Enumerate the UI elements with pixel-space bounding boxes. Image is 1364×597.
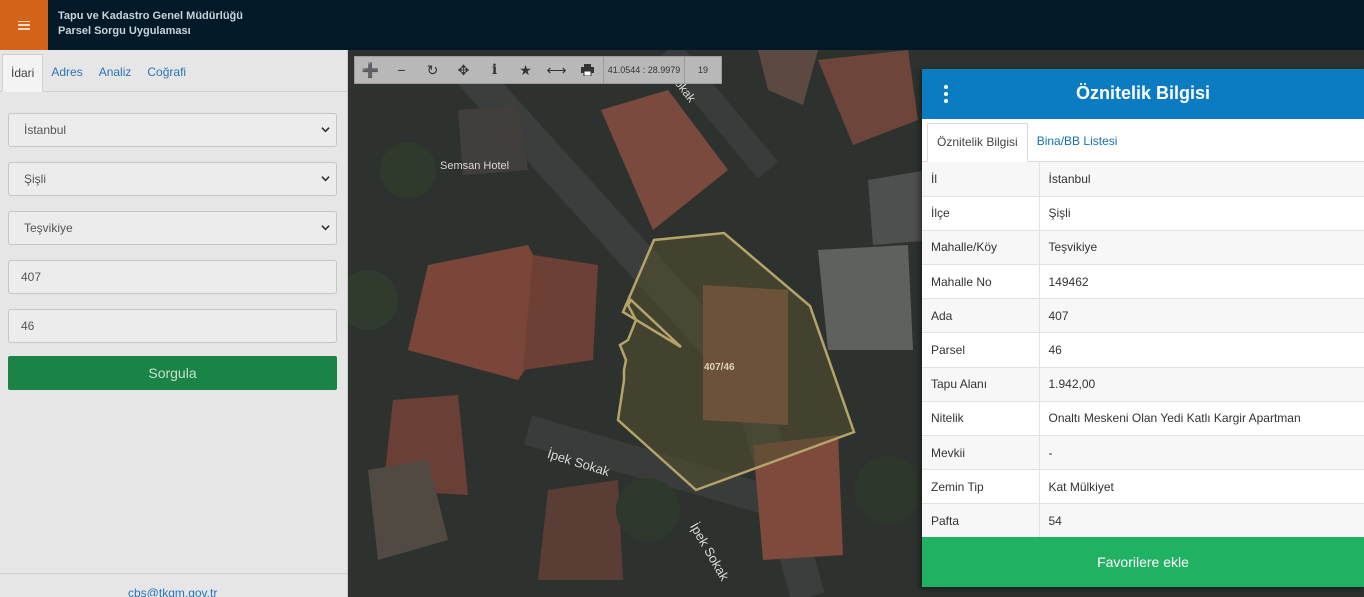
refresh-icon: ↻ <box>426 61 439 78</box>
attr-value: 54 <box>1039 503 1364 539</box>
attr-key: Ada <box>922 298 1040 334</box>
attr-value: - <box>1039 435 1364 471</box>
attr-key: Pafta <box>922 503 1040 539</box>
mahalle-select-value: Teşvikiye <box>24 221 73 235</box>
il-select[interactable]: İstanbul <box>8 113 337 147</box>
attr-key: Zemin Tip <box>922 469 1040 505</box>
attr-value: 46 <box>1039 332 1364 368</box>
ilce-select[interactable]: Şişli <box>8 162 337 196</box>
attribute-panel: Öznitelik Bilgisi Öznitelik Bilgisi Bina… <box>922 69 1364 587</box>
ada-input-value: 407 <box>21 270 42 284</box>
star-icon: ★ <box>519 61 532 78</box>
table-row: Pafta 54 <box>922 503 1364 539</box>
attr-key: İlçe <box>922 196 1040 231</box>
attr-value: İstanbul <box>1039 162 1364 197</box>
table-row: İlçe Şişli <box>922 196 1364 231</box>
attr-value: Teşvikiye <box>1039 230 1364 266</box>
tab-bina-listesi[interactable]: Bina/BB Listesi <box>1028 123 1127 162</box>
attr-key: Tapu Alanı <box>922 367 1040 402</box>
ada-input[interactable]: 407 <box>8 260 337 294</box>
refresh-button[interactable]: ↻ <box>417 57 448 83</box>
app-title-line1: Tapu ve Kadastro Genel Müdürlüğü <box>58 10 243 22</box>
sorgula-button[interactable]: Sorgula <box>8 356 337 390</box>
map-toolbar: ➕ − ↻ ✥ i ★ ⟷ 41.0544 : 28.9979 19 <box>354 56 722 84</box>
table-row: Mahalle/Köy Teşvikiye <box>922 230 1364 266</box>
table-row: Zemin Tip Kat Mülkiyet <box>922 469 1364 505</box>
attr-value: 1.942,00 <box>1039 367 1364 402</box>
table-row: Nitelik Onaltı Meskeni Olan Yedi Katlı Ka… <box>922 401 1364 437</box>
contact-email-link[interactable]: cbs@tkgm.gov.tr <box>128 586 217 597</box>
attr-value: 407 <box>1039 298 1364 334</box>
move-icon: ✥ <box>457 61 470 78</box>
map-label-parcel: 407/46 <box>704 362 735 373</box>
il-select-value: İstanbul <box>24 123 67 137</box>
table-row: Mahalle No 149462 <box>922 264 1364 300</box>
minus-icon: − <box>397 62 406 78</box>
query-form: İstanbul Şişli Teşvikiye 407 46 Sorgula <box>0 92 347 390</box>
attribute-panel-title: Öznitelik Bilgisi <box>1075 83 1211 103</box>
table-row: İl İstanbul <box>922 162 1364 197</box>
zoom-level-readout: 19 <box>697 65 708 75</box>
tab-analiz[interactable]: Analiz <box>91 54 140 92</box>
info-button[interactable]: i <box>479 57 510 83</box>
query-panel: İdari Adres Analiz Coğrafi İstanbul Şişl… <box>0 50 348 597</box>
tab-cografi[interactable]: Coğrafi <box>139 54 194 92</box>
favorite-button[interactable]: ★ <box>510 57 541 83</box>
table-row: Mevkii - <box>922 435 1364 471</box>
parsel-input-value: 46 <box>21 319 35 333</box>
attribute-tabs: Öznitelik Bilgisi Bina/BB Listesi <box>922 119 1364 162</box>
print-button[interactable] <box>572 57 603 83</box>
tab-adres[interactable]: Adres <box>43 54 90 92</box>
attr-value: Şişli <box>1039 196 1364 231</box>
app-title-line2: Parsel Sorgu Uygulaması <box>58 25 191 37</box>
app-header: Tapu ve Kadastro Genel Müdürlüğü Parsel … <box>0 0 1364 50</box>
add-favorite-button[interactable]: Favorilere ekle <box>922 537 1364 587</box>
chevron-down-icon <box>321 225 330 231</box>
coordinates-readout: 41.0544 : 28.9979 <box>603 57 685 83</box>
print-icon <box>581 64 594 76</box>
chevron-down-icon <box>321 176 330 182</box>
attr-key: Parsel <box>922 332 1040 368</box>
attr-key: Mahalle/Köy <box>922 230 1040 266</box>
pan-button[interactable]: ✥ <box>448 57 479 83</box>
attr-key: Mahalle No <box>922 264 1040 300</box>
chevron-down-icon <box>321 127 330 133</box>
attr-key: Nitelik <box>922 401 1040 437</box>
app-title: Tapu ve Kadastro Genel Müdürlüğü Parsel … <box>58 9 243 39</box>
map-label-hotel: Semsan Hotel <box>440 160 510 172</box>
attr-value: Kat Mülkiyet <box>1039 469 1364 505</box>
attr-value: 149462 <box>1039 264 1364 300</box>
table-row: Tapu Alanı 1.942,00 <box>922 367 1364 402</box>
plus-icon: ➕ <box>361 61 380 78</box>
attr-key: Mevkii <box>922 435 1040 471</box>
tab-oznitelik[interactable]: Öznitelik Bilgisi <box>927 123 1028 162</box>
attribute-panel-header: Öznitelik Bilgisi <box>922 69 1364 119</box>
info-icon: i <box>491 62 498 78</box>
ilce-select-value: Şişli <box>24 172 47 186</box>
tab-idari[interactable]: İdari <box>2 54 44 92</box>
parsel-input[interactable]: 46 <box>8 309 337 343</box>
hamburger-icon <box>18 20 30 30</box>
zoom-out-button[interactable]: − <box>386 57 417 83</box>
table-row: Ada 407 <box>922 298 1364 334</box>
attr-key: İl <box>922 162 1040 197</box>
measure-button[interactable]: ⟷ <box>541 57 572 83</box>
table-row: Parsel 46 <box>922 332 1364 368</box>
attribute-table: İl İstanbul İlçe Şişli Mahalle/Köy Teşvikiy… <box>922 162 1364 539</box>
footer-divider <box>0 573 347 574</box>
zoom-in-button[interactable]: ➕ <box>355 57 386 83</box>
menu-button[interactable] <box>0 0 48 50</box>
measure-icon: ⟷ <box>546 61 567 78</box>
query-tabs: İdari Adres Analiz Coğrafi <box>0 50 347 92</box>
attr-value: Onaltı Meskeni Olan Yedi Katlı Kargir Ap… <box>1039 401 1364 437</box>
mahalle-select[interactable]: Teşvikiye <box>8 211 337 245</box>
